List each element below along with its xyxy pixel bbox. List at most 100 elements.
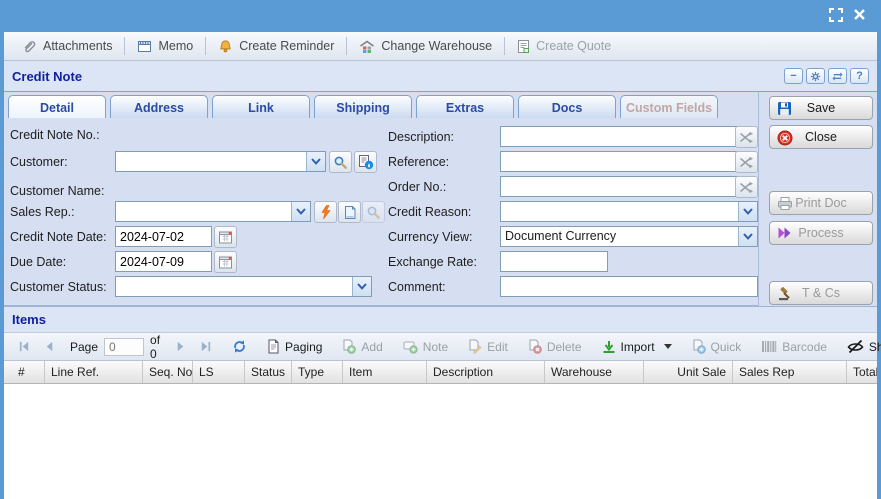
credit-note-date-input[interactable] [115,226,212,247]
tab-address[interactable]: Address [110,95,208,119]
attachments-button[interactable]: Attachments [14,39,120,54]
column-header-warehouse[interactable]: Warehouse [545,361,644,383]
note-icon [403,340,418,354]
print-doc-button[interactable]: Print Doc [769,191,873,215]
window-border-right [877,32,881,499]
shuffle-icon [739,131,754,144]
delete-row-button[interactable]: Delete [522,339,588,354]
header-button-group: − ? [784,68,869,84]
chevron-down-icon [296,208,306,215]
add-row-button[interactable]: Add [336,339,388,354]
sales-rep-search-button[interactable] [362,201,385,223]
sales-rep-combobox[interactable] [115,201,311,222]
last-page-button[interactable] [193,340,218,353]
refresh-grid-button[interactable] [226,339,253,354]
prev-page-button[interactable] [37,340,62,353]
tcs-button[interactable]: T & Cs [769,281,873,305]
column-header-status[interactable]: Status [245,361,292,383]
save-icon [777,101,792,116]
items-grid-body[interactable] [4,384,877,499]
edit-row-button[interactable]: Edit [462,339,514,354]
refresh-icon [232,339,247,354]
column-header-item[interactable]: Item [343,361,427,383]
first-page-icon [18,340,31,353]
process-button[interactable]: Process [769,221,873,245]
quick-add-button[interactable]: Quick [686,339,748,354]
customer-input[interactable] [116,152,306,171]
column-header-description[interactable]: Description [427,361,545,383]
sales-rep-dropdown-button[interactable] [291,202,310,221]
due-date-input[interactable] [115,251,212,272]
minus-icon: − [790,70,796,82]
page-number-input[interactable] [104,338,144,356]
customer-status-combobox[interactable] [115,276,372,297]
tab-shipping[interactable]: Shipping [314,95,412,119]
sales-rep-quick-assign-button[interactable] [314,201,337,223]
description-label: Description: [388,130,454,144]
sales-rep-input[interactable] [116,202,291,221]
order-no-shuffle-button[interactable] [735,176,758,198]
edit-icon [468,339,482,354]
note-button[interactable]: Note [397,340,454,354]
collapse-button[interactable]: − [784,68,803,84]
currency-view-combobox[interactable]: Document Currency [500,226,758,247]
close-button[interactable]: Close [769,125,873,149]
customer-search-button[interactable] [329,151,352,173]
maximize-button[interactable] [829,8,847,24]
tab-extras[interactable]: Extras [416,95,514,119]
eye-slash-icon [847,339,864,354]
description-shuffle-button[interactable] [735,126,758,148]
memo-button[interactable]: Memo [129,39,201,53]
customer-info-button[interactable] [354,151,377,173]
reference-input[interactable] [500,151,737,172]
description-input[interactable] [500,126,737,147]
column-header-row-number[interactable]: # [4,361,45,383]
first-page-button[interactable] [12,340,37,353]
tab-link[interactable]: Link [212,95,310,119]
exchange-rate-label: Exchange Rate: [388,255,477,269]
change-warehouse-button[interactable]: Change Warehouse [351,39,500,54]
customer-name-label: Customer Name: [10,184,104,198]
refresh-button[interactable] [828,68,847,84]
import-button[interactable]: Import [596,340,678,354]
create-reminder-button[interactable]: Create Reminder [210,39,342,54]
customer-status-dropdown-button[interactable] [352,277,371,296]
next-page-button[interactable] [168,340,193,353]
currency-view-dropdown-button[interactable] [738,227,757,246]
create-quote-button[interactable]: Create Quote [509,39,619,54]
credit-reason-dropdown-button[interactable] [738,202,757,221]
show-hide-columns-button[interactable]: Show/Hide [841,339,881,354]
barcode-button[interactable]: Barcode [755,340,833,354]
tab-docs-label: Docs [552,101,583,115]
sales-rep-label: Sales Rep.: [10,205,75,219]
tab-extras-label: Extras [446,101,484,115]
column-header-seq-no[interactable]: Seq. No. [143,361,193,383]
import-label: Import [621,340,655,354]
column-header-total-sale[interactable]: Total Sale [847,361,877,383]
reference-shuffle-button[interactable] [735,151,758,173]
column-header-unit-sale[interactable]: Unit Sale [644,361,733,383]
customer-dropdown-button[interactable] [306,152,325,171]
help-button[interactable]: ? [850,68,869,84]
due-date-calendar-button[interactable] [214,251,237,273]
column-header-type[interactable]: Type [292,361,343,383]
order-no-input[interactable] [500,176,737,197]
close-window-button[interactable] [853,8,871,24]
column-header-sales-rep[interactable]: Sales Rep [733,361,847,383]
column-header-line-ref[interactable]: Line Ref. [45,361,143,383]
column-header-ls[interactable]: LS [193,361,245,383]
settings-button[interactable] [806,68,825,84]
reference-label: Reference: [388,155,449,169]
tab-detail[interactable]: Detail [8,95,106,119]
sales-rep-document-button[interactable] [338,201,361,223]
credit-reason-combobox[interactable] [500,201,758,222]
tab-docs[interactable]: Docs [518,95,616,119]
customer-status-input[interactable] [116,277,352,296]
comment-input[interactable] [500,276,758,297]
credit-note-date-calendar-button[interactable] [214,226,237,248]
exchange-rate-input[interactable] [500,251,608,272]
customer-combobox[interactable] [115,151,326,172]
chevron-down-icon [743,233,753,240]
save-button[interactable]: Save [769,96,873,120]
paging-button[interactable]: Paging [261,339,328,354]
